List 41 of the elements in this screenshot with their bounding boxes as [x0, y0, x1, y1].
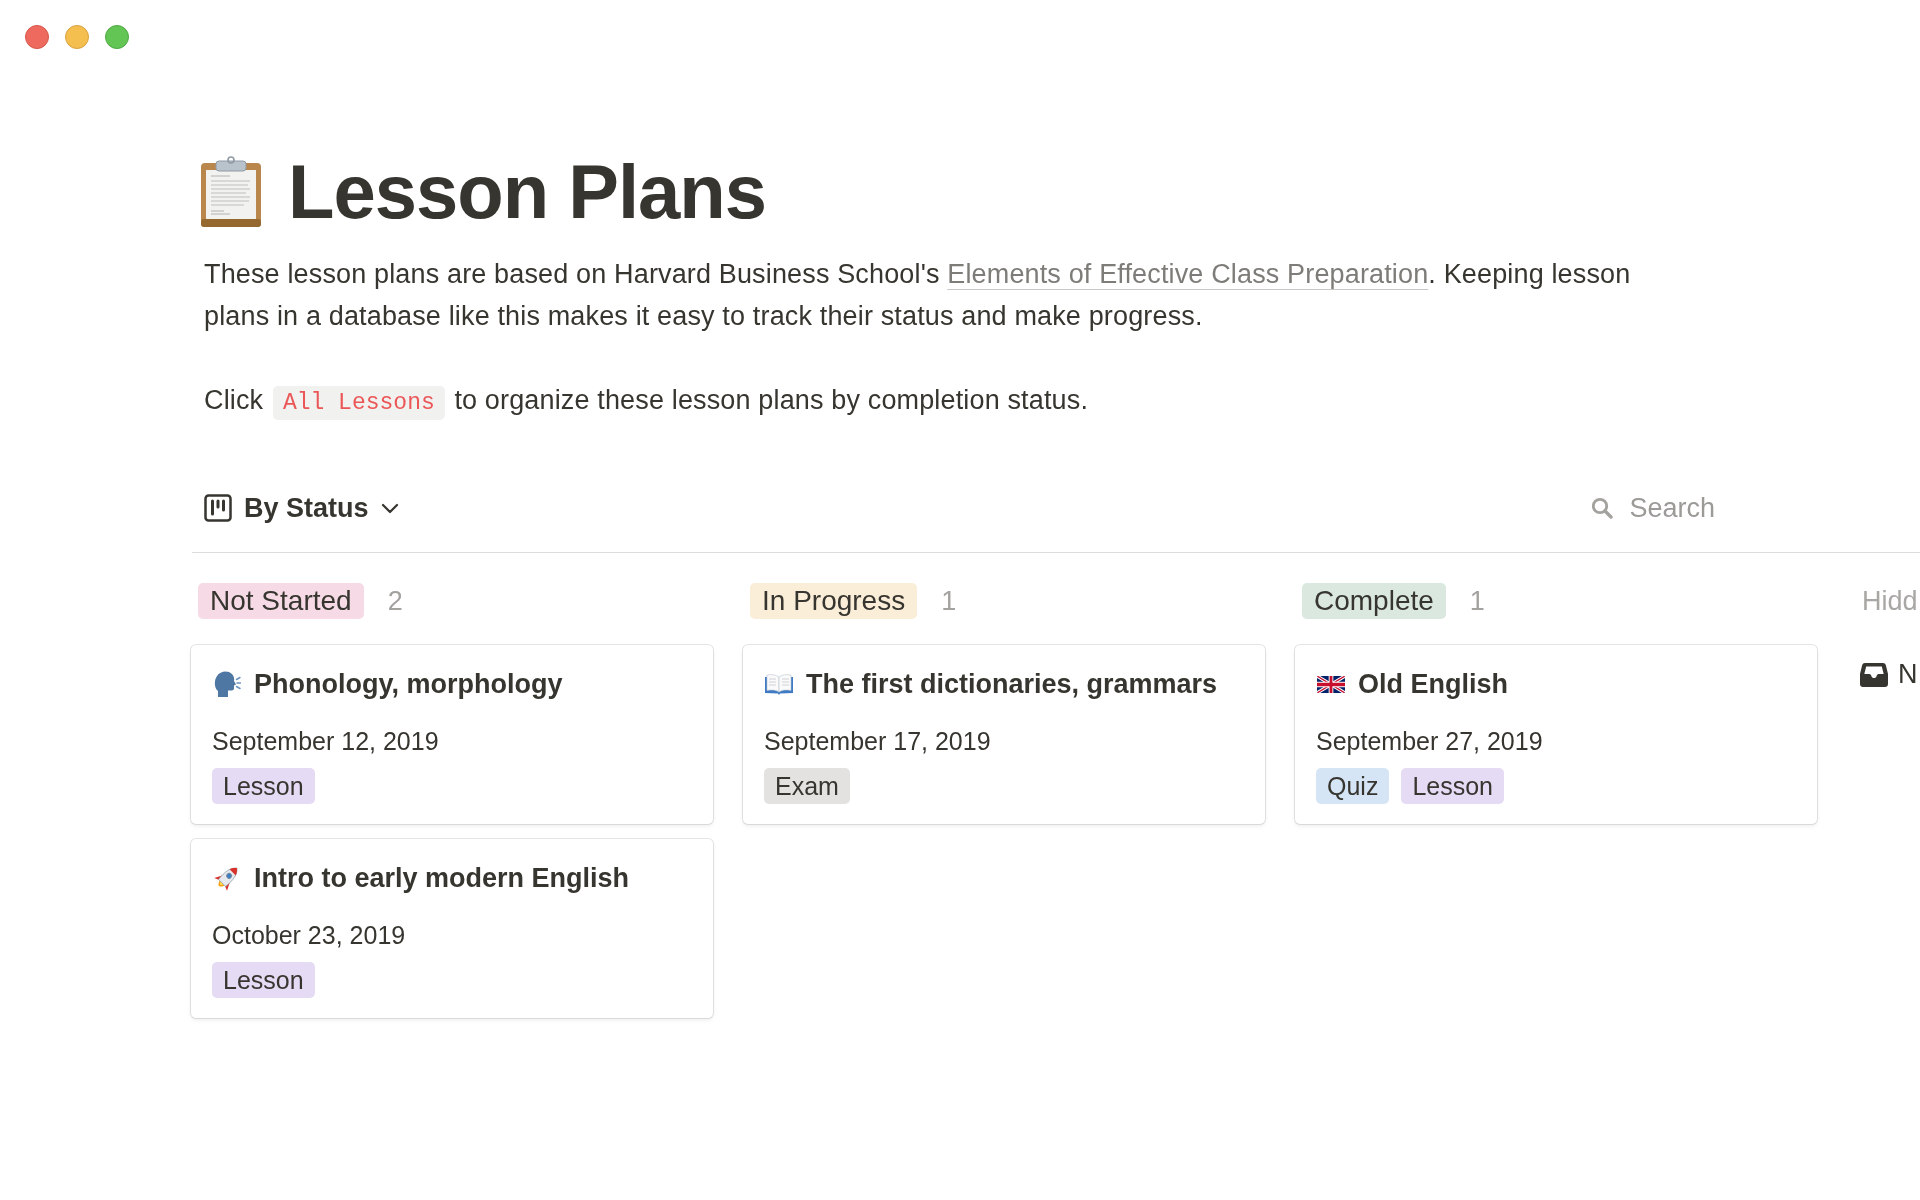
board-icon: [204, 494, 232, 522]
card-count: 1: [1469, 585, 1485, 617]
card-count: 1: [941, 585, 957, 617]
board-card[interactable]: Phonology, morphology September 12, 2019 Lesson: [191, 645, 713, 824]
card-title: Old English: [1358, 668, 1508, 701]
minimize-button[interactable]: [65, 25, 89, 49]
inbox-tray-icon: [1860, 661, 1888, 688]
description-text: These lesson plans are based on Harvard Business School's Elements of Effective Class Preparation. Keeping lesson plans in a database like this makes it easy to track their status and make progress.: [203, 258, 1632, 333]
instruction-text: Click All Lessons to organize these lesson plans by completion status.: [192, 379, 1654, 424]
card-title: The first dictionaries, grammars: [806, 668, 1218, 701]
page-title: Lesson Plans: [288, 152, 766, 232]
card-date: September 27, 2019: [1316, 726, 1543, 756]
board-card[interactable]: The first dictionaries, grammars September 17, 2019 Exam: [743, 645, 1265, 824]
card-date: October 23, 2019: [212, 920, 406, 950]
category-tag: Exam: [764, 768, 850, 804]
maximize-button[interactable]: [105, 25, 129, 49]
status-tag: Complete: [1302, 583, 1446, 619]
board-card[interactable]: Old English September 27, 2019 Quiz Lesson: [1295, 645, 1817, 824]
category-tag: Lesson: [1401, 768, 1505, 804]
close-button[interactable]: [25, 25, 49, 49]
status-tag: In Progress: [750, 583, 918, 619]
category-tag: Quiz: [1316, 768, 1390, 804]
flag-icon: [1317, 675, 1345, 693]
status-tag: Not Started: [198, 583, 364, 619]
speaking-head-icon: [213, 670, 241, 698]
chevron-down-icon: [380, 502, 399, 514]
board-card[interactable]: Intro to early modern English October 23, 2019 Lesson: [191, 839, 713, 1018]
card-count: 2: [387, 585, 403, 617]
category-tag: Lesson: [212, 962, 315, 998]
clipboard-icon: [200, 156, 262, 228]
view-selector[interactable]: By Status: [204, 492, 399, 524]
card-title: Intro to early modern English: [254, 862, 630, 895]
reference-link[interactable]: Elements of Effective Class Preparation: [947, 259, 1429, 289]
open-book-icon: [764, 673, 794, 695]
search-icon: [1591, 497, 1614, 519]
card-date: September 17, 2019: [764, 726, 991, 756]
hidden-group-title: Hidd: [1861, 585, 1918, 618]
card-title: Phonology, morphology: [254, 668, 563, 701]
hidden-item-title: N: [1898, 659, 1918, 690]
category-tag: Lesson: [212, 768, 315, 804]
card-date: September 12, 2019: [212, 726, 439, 756]
